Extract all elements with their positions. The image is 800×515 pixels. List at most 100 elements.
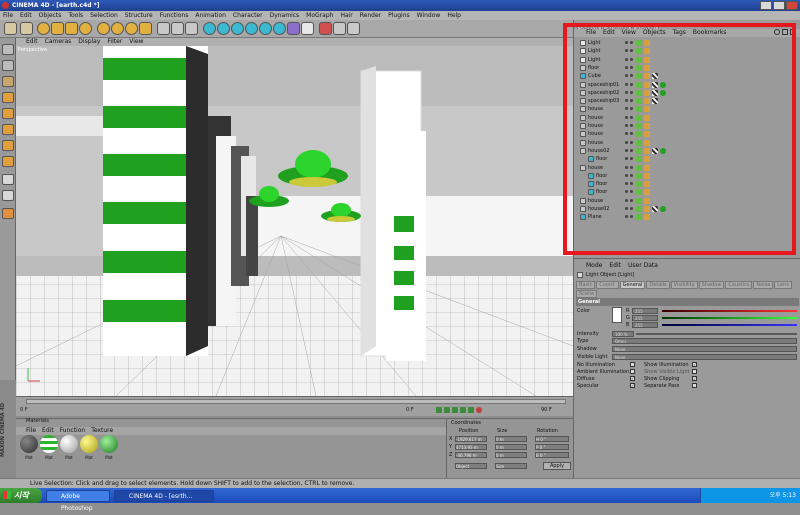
z-axis-icon[interactable] (125, 22, 138, 35)
menu-character[interactable]: Character (233, 11, 263, 20)
tab-visibility[interactable]: Visibility (670, 281, 698, 289)
rotation-p-field[interactable]: P 0 ° (535, 444, 569, 450)
menu-animation[interactable]: Animation (195, 11, 226, 20)
timeline-ruler[interactable] (26, 399, 566, 404)
apply-button[interactable]: Apply (543, 462, 571, 470)
type-select[interactable]: Omni (612, 338, 797, 344)
material-menu-texture[interactable]: Texture (91, 427, 113, 435)
material-swatch[interactable] (100, 435, 118, 453)
material-swatch[interactable] (20, 435, 38, 453)
tab-general[interactable]: General (619, 281, 646, 289)
enable-axis-icon[interactable] (2, 174, 14, 185)
viewport-menu-view[interactable]: View (129, 38, 143, 46)
next-frame-icon[interactable] (460, 407, 466, 413)
menu-mograph[interactable]: MoGraph (306, 11, 333, 20)
close-button[interactable] (786, 1, 798, 10)
color-g-field[interactable]: 255 (632, 315, 658, 321)
tab-lens[interactable]: Lens (774, 281, 792, 289)
timeline-panel[interactable]: 0 F 0 F 90 F (16, 396, 573, 416)
show-illumination-checkbox[interactable]: ✓ (692, 362, 697, 367)
scale-icon[interactable] (65, 22, 78, 35)
menu-plugins[interactable]: Plugins (388, 11, 410, 20)
model-tool-icon[interactable] (2, 60, 14, 71)
size-y-field[interactable]: 0 m (495, 444, 527, 450)
polygons-tool-icon[interactable] (2, 156, 14, 167)
menu-structure[interactable]: Structure (125, 11, 153, 20)
menu-window[interactable]: Window (417, 11, 441, 20)
rotation-b-field[interactable]: B 0 ° (535, 452, 569, 458)
redo-icon[interactable] (20, 22, 33, 35)
attr-menu-mode[interactable]: Mode (586, 262, 602, 270)
object-tool-icon[interactable] (2, 76, 14, 87)
color-g-slider[interactable] (662, 317, 797, 319)
coordinate-mode-select[interactable]: Object (455, 463, 487, 469)
material-swatch[interactable] (80, 435, 98, 453)
snap-icon[interactable] (319, 22, 332, 35)
color-b-field[interactable]: 255 (632, 322, 658, 328)
viewport-menu-cameras[interactable]: Cameras (45, 38, 72, 46)
color-b-slider[interactable] (662, 324, 797, 326)
clock[interactable]: 오후 5:13 (770, 492, 796, 499)
start-button[interactable]: 시작 (0, 488, 42, 503)
scene-icon[interactable] (273, 22, 286, 35)
render-view-icon[interactable] (157, 22, 170, 35)
goto-end-icon[interactable] (468, 407, 474, 413)
edges-tool-icon[interactable] (2, 140, 14, 151)
show-clipping-checkbox[interactable]: ✓ (692, 376, 697, 381)
position-z-field[interactable]: -40.796 m (455, 452, 487, 458)
material-menu-function[interactable]: Function (60, 427, 86, 435)
tab-coord[interactable]: Coord. (596, 281, 619, 289)
viewport-menu-edit[interactable]: Edit (26, 38, 38, 46)
axis-tool-icon[interactable] (2, 108, 14, 119)
tab-caustics[interactable]: Caustics (725, 281, 753, 289)
size-z-field[interactable]: 0 m (495, 452, 527, 458)
menu-dynamics[interactable]: Dynamics (270, 11, 300, 20)
tab-basic[interactable]: Basic (576, 281, 596, 289)
make-editable-icon[interactable] (2, 44, 14, 55)
task-photoshop[interactable]: Adobe Photoshop (46, 490, 110, 512)
render-picture-viewer-icon[interactable] (171, 22, 184, 35)
render-settings-icon[interactable] (185, 22, 198, 35)
perspective-viewport[interactable]: Perspective (16, 46, 573, 396)
tab-details[interactable]: Details (646, 281, 670, 289)
tab-noise[interactable]: Noise (753, 281, 774, 289)
color-r-slider[interactable] (662, 310, 797, 312)
intensity-field[interactable]: 100 % (612, 331, 634, 337)
viewport-menu-filter[interactable]: Filter (107, 38, 122, 46)
goto-start-icon[interactable] (436, 407, 442, 413)
layout2-icon[interactable] (347, 22, 360, 35)
coordinate-system-icon[interactable] (139, 22, 152, 35)
cube-primitive-icon[interactable] (203, 22, 216, 35)
size-x-field[interactable]: 0 m (495, 436, 527, 442)
undo-icon[interactable] (4, 22, 17, 35)
spline-icon[interactable] (231, 22, 244, 35)
specular-checkbox[interactable]: ✓ (630, 383, 635, 388)
menu-edit[interactable]: Edit (20, 11, 32, 20)
play-icon[interactable] (452, 407, 458, 413)
menu-selection[interactable]: Selection (90, 11, 118, 20)
attr-menu-edit[interactable]: Edit (609, 262, 621, 270)
no-illumination-checkbox[interactable] (630, 362, 635, 367)
rotation-h-field[interactable]: H 0 ° (535, 436, 569, 442)
menu-render[interactable]: Render (360, 11, 381, 20)
live-selection-icon[interactable] (37, 22, 50, 35)
menu-functions[interactable]: Functions (160, 11, 189, 20)
prev-frame-icon[interactable] (444, 407, 450, 413)
size-mode-select[interactable]: Size (495, 463, 527, 469)
separate-pass-checkbox[interactable] (692, 383, 697, 388)
texture-tool-icon[interactable] (2, 92, 14, 103)
viewport-scene[interactable] (16, 46, 573, 396)
snap-tool-icon[interactable] (2, 208, 14, 219)
show-visible-light-checkbox[interactable] (692, 369, 697, 374)
minimize-button[interactable] (760, 1, 772, 10)
position-x-field[interactable]: -1929.617 m (455, 436, 487, 442)
ambient-illumination-checkbox[interactable] (630, 369, 635, 374)
position-y-field[interactable]: 4713.93 m (455, 444, 487, 450)
menu-tools[interactable]: Tools (68, 11, 83, 20)
tab-scene[interactable]: Scene (576, 290, 598, 298)
material-menu-edit[interactable]: Edit (42, 427, 54, 435)
material-swatch[interactable] (60, 435, 78, 453)
menu-objects[interactable]: Objects (39, 11, 62, 20)
move-icon[interactable] (51, 22, 64, 35)
menu-hair[interactable]: Hair (340, 11, 352, 20)
